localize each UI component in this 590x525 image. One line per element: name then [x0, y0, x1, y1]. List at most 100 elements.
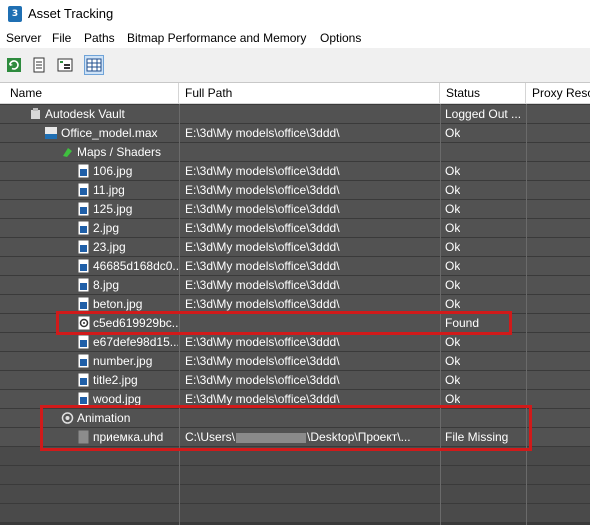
- row-name: 23.jpg: [93, 240, 126, 254]
- row-name: 46685d168dc0...: [93, 259, 178, 273]
- row-name: приемка.uhd: [93, 430, 164, 444]
- image-file-icon: [78, 354, 89, 368]
- row-status: Ok: [445, 164, 461, 178]
- image-file-icon: [78, 221, 89, 235]
- table-row[interactable]: 106.jpg E:\3d\My models\office\3ddd\ Ok: [0, 162, 590, 180]
- row-path: E:\3d\My models\office\3ddd\: [185, 202, 340, 216]
- column-header-full-path[interactable]: Full Path: [179, 83, 440, 103]
- row-path: E:\3d\My models\office\3ddd\: [185, 221, 340, 235]
- column-header-status[interactable]: Status: [440, 83, 526, 103]
- refresh-icon[interactable]: [5, 56, 23, 74]
- table-row[interactable]: приемка.uhd C:\Users\ \Desktop\Проект\...…: [0, 428, 590, 446]
- table-row[interactable]: Autodesk Vault Logged Out ...: [0, 105, 590, 123]
- missing-file-icon: [78, 430, 89, 444]
- table-row[interactable]: c5ed619929bc... Found: [0, 314, 590, 332]
- row-status: Ok: [445, 126, 461, 140]
- tree-icon[interactable]: [56, 56, 74, 74]
- row-name: Office_model.max: [61, 126, 158, 140]
- row-path: E:\3d\My models\office\3ddd\: [185, 183, 340, 197]
- toolbar: [0, 48, 590, 83]
- image-file-icon: [78, 373, 89, 387]
- path-prefix: C:\Users\: [185, 430, 236, 444]
- table-row[interactable]: 11.jpg E:\3d\My models\office\3ddd\ Ok: [0, 181, 590, 199]
- column-header-name[interactable]: Name: [4, 83, 179, 103]
- empty-row: [0, 504, 590, 522]
- path-suffix: \Desktop\Проект\...: [307, 430, 411, 444]
- row-path: E:\3d\My models\office\3ddd\: [185, 335, 340, 349]
- row-name: Autodesk Vault: [45, 107, 125, 121]
- column-divider: [526, 104, 527, 525]
- row-status: Ok: [445, 202, 461, 216]
- row-path: C:\Users\ \Desktop\Проект\...: [185, 428, 435, 446]
- column-header: Name Full Path Status Proxy Reso: [0, 83, 590, 104]
- row-name: 8.jpg: [93, 278, 120, 292]
- animation-icon: [61, 411, 74, 425]
- table-row[interactable]: Office_model.max E:\3d\My models\office\…: [0, 124, 590, 142]
- image-file-icon: [78, 335, 89, 349]
- row-status: Ok: [445, 354, 461, 368]
- column-divider: [440, 104, 441, 525]
- row-path: E:\3d\My models\office\3ddd\: [185, 126, 340, 140]
- image-file-icon: [78, 278, 89, 292]
- table-row[interactable]: e67defe98d15... E:\3d\My models\office\3…: [0, 333, 590, 351]
- table-row[interactable]: 23.jpg E:\3d\My models\office\3ddd\ Ok: [0, 238, 590, 256]
- table-row[interactable]: 125.jpg E:\3d\My models\office\3ddd\ Ok: [0, 200, 590, 218]
- table-row[interactable]: number.jpg E:\3d\My models\office\3ddd\ …: [0, 352, 590, 370]
- row-name: 2.jpg: [93, 221, 120, 235]
- table-row[interactable]: 8.jpg E:\3d\My models\office\3ddd\ Ok: [0, 276, 590, 294]
- row-status: Ok: [445, 392, 461, 406]
- row-name: wood.jpg: [93, 392, 142, 406]
- row-status: Found: [445, 316, 480, 330]
- column-divider: [179, 104, 180, 525]
- table-row[interactable]: beton.jpg E:\3d\My models\office\3ddd\ O…: [0, 295, 590, 313]
- row-status: Ok: [445, 240, 461, 254]
- row-status: File Missing: [445, 430, 509, 444]
- menu-options[interactable]: Options: [320, 31, 361, 45]
- table-row[interactable]: Maps / Shaders: [0, 143, 590, 161]
- row-name: Maps / Shaders: [77, 145, 162, 159]
- empty-row: [0, 447, 590, 465]
- table-view-icon[interactable]: [84, 55, 104, 75]
- row-path: E:\3d\My models\office\3ddd\: [185, 392, 340, 406]
- menu-file[interactable]: File: [52, 31, 71, 45]
- list-icon[interactable]: [30, 56, 48, 74]
- maps-icon: [61, 145, 74, 159]
- menu-paths[interactable]: Paths: [84, 31, 115, 45]
- row-name: c5ed619929bc...: [93, 316, 178, 330]
- row-path: E:\3d\My models\office\3ddd\: [185, 164, 340, 178]
- menu-bitmap-performance[interactable]: Bitmap Performance and Memory: [127, 31, 306, 45]
- row-path: E:\3d\My models\office\3ddd\: [185, 354, 340, 368]
- row-path: E:\3d\My models\office\3ddd\: [185, 240, 340, 254]
- column-header-proxy-resolution[interactable]: Proxy Reso: [526, 83, 590, 103]
- menu-bar: Server File Paths Bitmap Performance and…: [0, 28, 590, 48]
- found-file-icon: [78, 316, 90, 330]
- table-row[interactable]: 46685d168dc0... E:\3d\My models\office\3…: [0, 257, 590, 275]
- window-title: Asset Tracking: [28, 6, 114, 21]
- table-row[interactable]: title2.jpg E:\3d\My models\office\3ddd\ …: [0, 371, 590, 389]
- image-file-icon: [78, 164, 89, 178]
- row-status: Ok: [445, 259, 461, 273]
- row-status: Ok: [445, 335, 461, 349]
- app-logo-icon: 3: [8, 6, 22, 22]
- row-name: beton.jpg: [93, 297, 143, 311]
- row-name: e67defe98d15...: [93, 335, 178, 349]
- table-row[interactable]: 2.jpg E:\3d\My models\office\3ddd\ Ok: [0, 219, 590, 237]
- table-row[interactable]: Animation: [0, 409, 590, 427]
- row-name: title2.jpg: [93, 373, 138, 387]
- image-file-icon: [78, 183, 89, 197]
- row-name: 106.jpg: [93, 164, 133, 178]
- empty-row: [0, 485, 590, 503]
- row-name: 125.jpg: [93, 202, 133, 216]
- row-path: E:\3d\My models\office\3ddd\: [185, 373, 340, 387]
- image-file-icon: [78, 202, 89, 216]
- image-file-icon: [78, 392, 89, 406]
- max-file-icon: [44, 126, 58, 140]
- vault-icon: [30, 107, 41, 121]
- row-status: Ok: [445, 183, 461, 197]
- row-name: number.jpg: [93, 354, 153, 368]
- title-bar: 3 Asset Tracking: [0, 0, 590, 28]
- menu-server[interactable]: Server: [6, 31, 41, 45]
- table-row[interactable]: wood.jpg E:\3d\My models\office\3ddd\ Ok: [0, 390, 590, 408]
- row-status: Ok: [445, 297, 461, 311]
- row-path: E:\3d\My models\office\3ddd\: [185, 278, 340, 292]
